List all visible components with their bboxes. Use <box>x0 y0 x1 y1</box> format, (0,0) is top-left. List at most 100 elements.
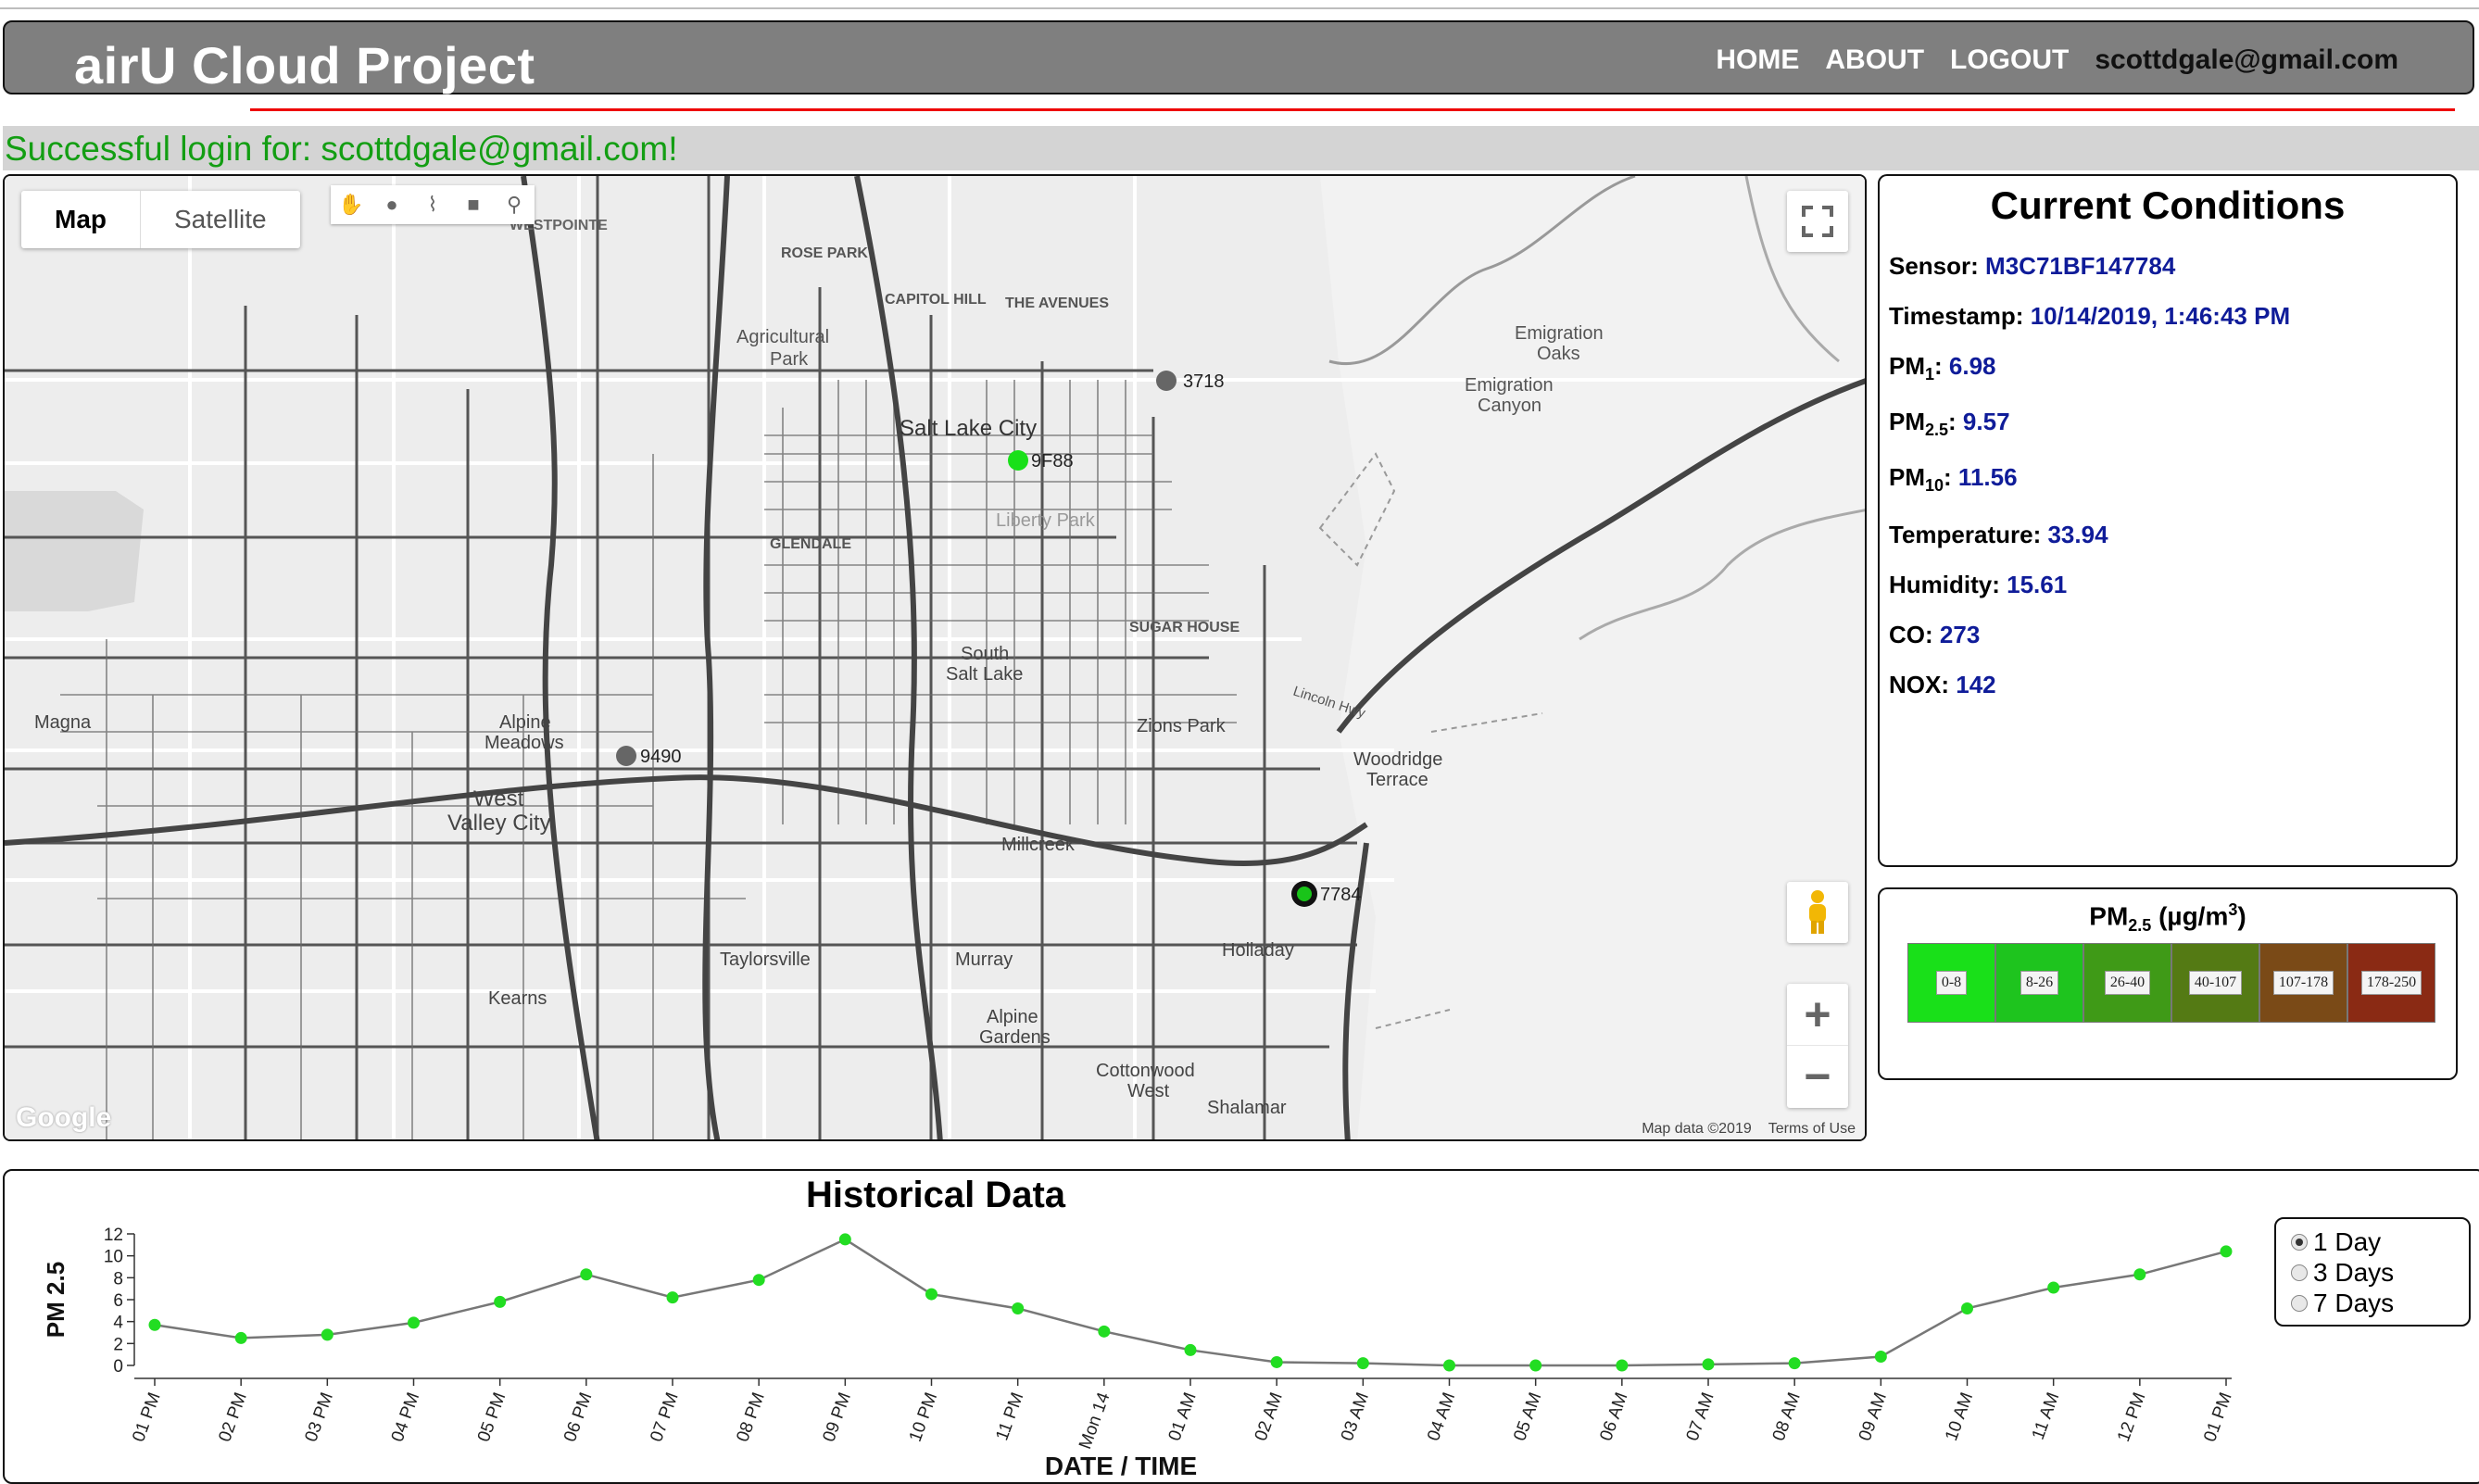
y-tick-label: 8 <box>113 1269 123 1289</box>
legend-bin-0: 0-8 <box>1907 943 1995 1023</box>
pm10-value: 11.56 <box>1957 463 2018 491</box>
terms-of-use-link[interactable]: Terms of Use <box>1768 1121 1856 1138</box>
nav-home-link[interactable]: HOME <box>1716 44 1799 76</box>
data-point <box>925 1288 937 1301</box>
y-axis-label: PM 2.5 <box>42 1262 69 1338</box>
x-tick-label: 04 PM <box>388 1390 424 1445</box>
data-point <box>321 1328 333 1341</box>
radio-1-day[interactable] <box>2291 1233 2308 1251</box>
pegman-icon <box>1809 890 1826 934</box>
temperature-row: Temperature: 33.94 <box>1889 521 2108 548</box>
sensor-label-9f88: 9F88 <box>1031 451 1074 472</box>
current-conditions-title: Current Conditions <box>1990 183 2346 227</box>
sensor-marker-3718[interactable] <box>1156 371 1177 391</box>
legend-bin-label: 0-8 <box>1935 971 1968 995</box>
data-point <box>2220 1245 2233 1258</box>
nox-row: NOX: 142 <box>1889 671 1996 698</box>
zoom-control: + − <box>1787 984 1848 1108</box>
svg-text:Meadows: Meadows <box>484 733 564 753</box>
y-tick-label: 6 <box>113 1291 123 1311</box>
svg-text:SUGAR HOUSE: SUGAR HOUSE <box>1129 620 1240 635</box>
data-point <box>408 1316 420 1329</box>
rectangle-icon[interactable]: ■ <box>453 185 494 224</box>
svg-text:Magna: Magna <box>34 712 92 733</box>
data-point <box>1012 1302 1025 1314</box>
svg-text:Salt Lake: Salt Lake <box>946 664 1023 685</box>
nav-about-link[interactable]: ABOUT <box>1825 44 1924 76</box>
data-point <box>1443 1359 1455 1372</box>
pm1-value: 6.98 <box>1948 352 1996 380</box>
map-canvas[interactable]: WESTPOINTE ROSE PARK CAPITOL HILL THE AV… <box>5 176 1867 1141</box>
x-tick-label: 03 PM <box>302 1390 338 1445</box>
svg-text:Millcreek: Millcreek <box>1001 835 1076 855</box>
app-header: airU Cloud Project HOME ABOUT LOGOUT sco… <box>3 20 2474 94</box>
data-point <box>1270 1355 1283 1368</box>
svg-text:Park: Park <box>770 349 809 370</box>
sensor-marker-9490[interactable] <box>616 746 636 766</box>
y-tick-label: 2 <box>113 1335 123 1354</box>
x-tick-label: 01 AM <box>1165 1390 1201 1444</box>
zoom-in-button[interactable]: + <box>1787 984 1848 1046</box>
fullscreen-button[interactable] <box>1787 191 1848 252</box>
svg-text:Emigration: Emigration <box>1515 323 1604 344</box>
current-conditions-panel: Current Conditions Sensor: M3C71BF147784… <box>1878 174 2458 867</box>
nav-logout-link[interactable]: LOGOUT <box>1950 44 2069 76</box>
zoom-out-button[interactable]: − <box>1787 1046 1848 1107</box>
data-point <box>1874 1351 1887 1364</box>
range-7-days-option[interactable]: 7 Days <box>2291 1288 2454 1318</box>
sensor-label-3718: 3718 <box>1183 371 1225 392</box>
range-3-days-option[interactable]: 3 Days <box>2291 1257 2454 1288</box>
svg-text:Holladay: Holladay <box>1222 940 1294 961</box>
svg-text:GLENDALE: GLENDALE <box>770 536 851 552</box>
y-tick-label: 4 <box>113 1314 123 1333</box>
range-1-day-option[interactable]: 1 Day <box>2291 1226 2454 1257</box>
pm25-row: PM2.5: 9.57 <box>1889 408 2010 440</box>
data-point <box>494 1295 507 1308</box>
x-tick-label: 07 PM <box>647 1390 683 1445</box>
x-tick-label: 02 AM <box>1252 1390 1287 1444</box>
map-type-satellite-button[interactable]: Satellite <box>141 191 300 248</box>
x-axis-label: DATE / TIME <box>1045 1452 1197 1477</box>
radio-7-days[interactable] <box>2291 1294 2308 1312</box>
svg-text:Oaks: Oaks <box>1537 344 1580 364</box>
y-tick-label: 10 <box>104 1248 123 1267</box>
data-point <box>1961 1302 1973 1314</box>
humidity-value: 15.61 <box>2007 571 2068 598</box>
historical-data-panel: Historical Data 0 2 4 6 8 10 12 PM 2.5 01 PM 02 P… <box>3 1169 2479 1484</box>
svg-text:Salt Lake City: Salt Lake City <box>900 416 1037 441</box>
polyline-icon[interactable]: ⌇ <box>412 185 453 224</box>
legend-bin-label: 26-40 <box>2104 971 2151 995</box>
x-tick-label: 03 AM <box>1338 1390 1373 1444</box>
humidity-row: Humidity: 15.61 <box>1889 571 2068 598</box>
map-attribution: Map data ©2019 Terms of Use <box>1642 1121 1856 1138</box>
svg-text:West: West <box>1127 1081 1170 1101</box>
marker-icon[interactable]: ⚲ <box>494 185 535 224</box>
legend-bin-2: 26-40 <box>2083 943 2171 1023</box>
svg-text:Alpine: Alpine <box>987 1007 1038 1027</box>
pm25-value: 9.57 <box>1962 408 2010 435</box>
radio-3-days[interactable] <box>2291 1264 2308 1281</box>
legend-bin-4: 107-178 <box>2259 943 2347 1023</box>
fullscreen-icon <box>1802 206 1833 237</box>
timestamp-value: 10/14/2019, 1:46:43 PM <box>2030 302 2291 330</box>
svg-text:Taylorsville: Taylorsville <box>720 950 811 970</box>
x-tick-label: 01 PM <box>129 1390 165 1445</box>
x-tick-label: 09 AM <box>1856 1390 1891 1444</box>
y-tick-label: 0 <box>113 1357 123 1377</box>
co-row: CO: 273 <box>1889 621 1981 648</box>
x-tick-label: 02 PM <box>215 1390 251 1445</box>
map-type-map-button[interactable]: Map <box>21 191 141 248</box>
sensor-map[interactable]: WESTPOINTE ROSE PARK CAPITOL HILL THE AV… <box>3 174 1867 1141</box>
street-view-pegman-button[interactable] <box>1787 882 1848 943</box>
user-email: scottdgale@gmail.com <box>2095 44 2398 75</box>
flash-message: Successful login for: scottdgale@gmail.c… <box>5 130 678 168</box>
hand-icon[interactable]: ✋ <box>331 185 371 224</box>
sensor-marker-9f88[interactable] <box>1008 450 1028 471</box>
x-tick-label: 10 PM <box>906 1390 942 1445</box>
circle-icon[interactable]: ● <box>371 185 412 224</box>
pm25-legend-title: PM2.5 (µg/m3) <box>2089 900 2246 935</box>
x-tick-label: 08 AM <box>1769 1390 1805 1444</box>
x-tick-label: 10 AM <box>1942 1390 1977 1444</box>
data-point <box>752 1274 765 1287</box>
x-tick-label: 05 AM <box>1510 1390 1545 1444</box>
